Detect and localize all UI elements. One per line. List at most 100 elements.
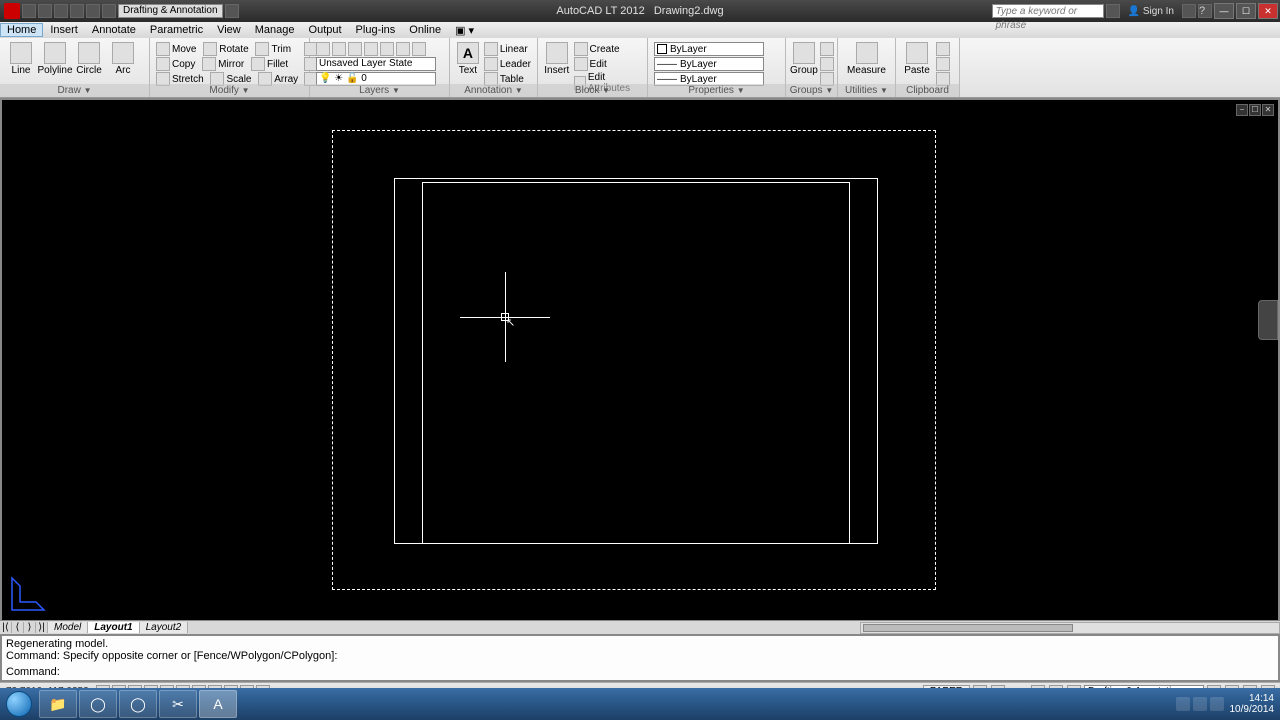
prop-lineweight-dropdown[interactable]: —— ByLayer [654,57,764,71]
keyword-search[interactable]: Type a keyword or phrase [992,4,1104,18]
panel-groups-label[interactable]: Groups [790,85,823,96]
viewport-maximize-icon[interactable]: ☐ [1249,104,1261,116]
tool-edit[interactable]: Edit [590,59,607,70]
panel-draw-label[interactable]: Draw [57,85,80,96]
start-button[interactable] [0,688,38,720]
tool-rotate[interactable]: Rotate [219,44,248,55]
tray-network-icon[interactable] [1193,697,1207,711]
tab-output[interactable]: Output [302,24,349,36]
fillet-icon[interactable] [251,57,265,71]
qat-more-icon[interactable] [225,4,239,18]
tab-model[interactable]: Model [48,622,88,633]
tool-mirror[interactable]: Mirror [218,59,244,70]
layer-btn-1[interactable] [316,42,330,56]
mirror-icon[interactable] [202,57,216,71]
clipboard-icon-2[interactable] [936,57,950,71]
viewport-minimize-icon[interactable]: − [1236,104,1248,116]
layout-nav-first[interactable]: |⟨ [0,622,12,633]
tool-array[interactable]: Array [274,74,298,85]
layer-state-dropdown[interactable]: Unsaved Layer State [316,57,436,71]
group-icon-2[interactable] [820,57,834,71]
tool-scale[interactable]: Scale [226,74,251,85]
exchange-icon[interactable] [1182,4,1196,18]
app-logo[interactable] [4,3,20,19]
layout-nav-next[interactable]: ⟩ [24,622,36,633]
maximize-button[interactable]: ☐ [1236,3,1256,19]
create-icon[interactable] [574,42,588,56]
qat-open-icon[interactable] [38,4,52,18]
panel-modify-label[interactable]: Modify [209,85,238,96]
workspace-dropdown[interactable]: Drafting & Annotation [118,4,223,18]
viewport-close-icon[interactable]: ✕ [1262,104,1274,116]
tab-online[interactable]: Online [402,24,448,36]
qat-save-icon[interactable] [54,4,68,18]
system-tray[interactable]: 14:14 10/9/2014 [1176,693,1280,715]
minimize-button[interactable]: — [1214,3,1234,19]
layout-nav-prev[interactable]: ⟨ [12,622,24,633]
panel-annotation-label[interactable]: Annotation [464,85,512,96]
rotate-icon[interactable] [203,42,217,56]
layer-btn-3[interactable] [348,42,362,56]
tool-move[interactable]: Move [172,44,196,55]
edit-icon[interactable] [574,57,588,71]
tab-express[interactable]: ▣ ▾ [448,24,481,37]
taskbar-chrome-2[interactable]: ◯ [119,690,157,718]
tab-layout1[interactable]: Layout1 [88,622,139,633]
navigation-bar[interactable] [1258,300,1278,340]
tab-home[interactable]: Home [0,23,43,37]
search-icon[interactable] [1106,4,1120,18]
clipboard-icon-1[interactable] [936,42,950,56]
tray-volume-icon[interactable] [1210,697,1224,711]
layout-scrollbar[interactable] [860,622,1280,634]
taskbar-clock[interactable]: 14:14 10/9/2014 [1230,693,1275,715]
tab-layout2[interactable]: Layout2 [140,622,189,633]
layer-btn-2[interactable] [332,42,346,56]
layer-btn-4[interactable] [364,42,378,56]
tool-create[interactable]: Create [590,44,620,55]
tray-flag-icon[interactable] [1176,697,1190,711]
qat-undo-icon[interactable] [70,4,84,18]
sign-in-link[interactable]: 👤 Sign In [1122,6,1180,17]
taskbar-chrome-1[interactable]: ◯ [79,690,117,718]
taskbar-autocad[interactable]: A [199,690,237,718]
move-icon[interactable] [156,42,170,56]
group-icon-1[interactable] [820,42,834,56]
layer-btn-7[interactable] [412,42,426,56]
tab-parametric[interactable]: Parametric [143,24,210,36]
layer-btn-6[interactable] [396,42,410,56]
tool-linear[interactable]: Linear [500,44,528,55]
taskbar-explorer[interactable]: 📁 [39,690,77,718]
tool-trim[interactable]: Trim [271,44,291,55]
command-window[interactable]: Regenerating model. Command: Specify opp… [0,634,1280,682]
panel-properties-label[interactable]: Properties [688,85,734,96]
copy-icon[interactable] [156,57,170,71]
tab-plugins[interactable]: Plug-ins [349,24,403,36]
linear-icon[interactable] [484,42,498,56]
windows-taskbar: 📁 ◯ ◯ ✂ A 14:14 10/9/2014 [0,688,1280,720]
panel-utilities-label[interactable]: Utilities [845,85,877,96]
qat-redo-icon[interactable] [86,4,100,18]
help-icon[interactable]: ? [1198,4,1212,18]
taskbar-snipping[interactable]: ✂ [159,690,197,718]
qat-print-icon[interactable] [102,4,116,18]
qat-new-icon[interactable] [22,4,36,18]
tool-fillet[interactable]: Fillet [267,59,288,70]
layout-nav-last[interactable]: ⟩| [36,622,48,633]
tab-annotate[interactable]: Annotate [85,24,143,36]
panel-block-label[interactable]: Block [575,85,599,96]
trim-icon[interactable] [255,42,269,56]
tab-insert[interactable]: Insert [43,24,85,36]
layer-btn-5[interactable] [380,42,394,56]
tab-view[interactable]: View [210,24,248,36]
panel-layers-label[interactable]: Layers [359,85,389,96]
close-button[interactable]: ✕ [1258,3,1278,19]
drawing-canvas[interactable]: − ☐ ✕ ↖ [0,98,1280,622]
tool-table[interactable]: Table [500,74,524,85]
tab-manage[interactable]: Manage [248,24,302,36]
tool-stretch[interactable]: Stretch [172,74,204,85]
prop-color-dropdown[interactable]: ByLayer [654,42,764,56]
tool-copy[interactable]: Copy [172,59,195,70]
tool-leader[interactable]: Leader [500,59,531,70]
command-input[interactable]: Command: [6,666,1274,678]
leader-icon[interactable] [484,57,498,71]
